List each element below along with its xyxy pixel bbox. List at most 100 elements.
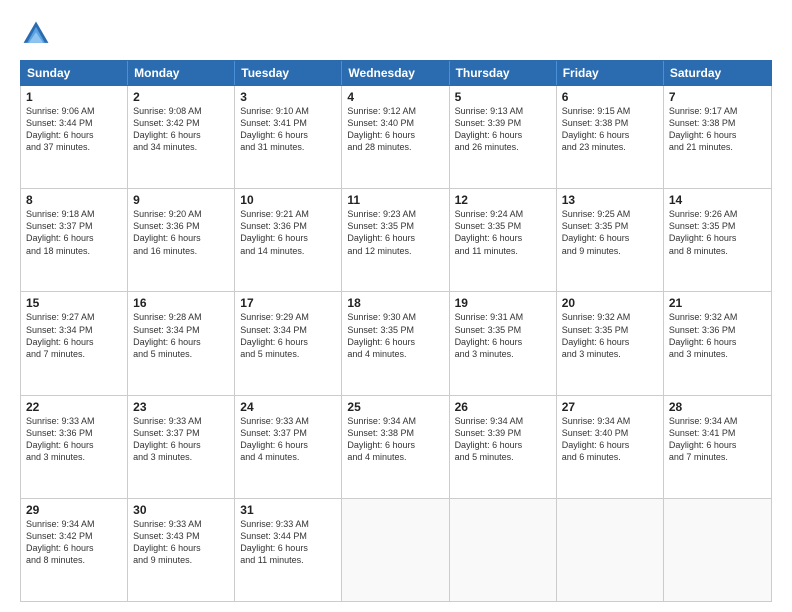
cell-line: Sunset: 3:38 PM bbox=[669, 117, 766, 129]
day-number: 9 bbox=[133, 193, 229, 207]
cell-line: Daylight: 6 hours bbox=[26, 439, 122, 451]
cell-line: Daylight: 6 hours bbox=[240, 336, 336, 348]
day-number: 18 bbox=[347, 296, 443, 310]
calendar-row-3: 15Sunrise: 9:27 AMSunset: 3:34 PMDayligh… bbox=[21, 291, 771, 394]
cell-line: Sunset: 3:36 PM bbox=[240, 220, 336, 232]
cell-line: Sunset: 3:34 PM bbox=[133, 324, 229, 336]
cell-line: and 34 minutes. bbox=[133, 141, 229, 153]
day-number: 17 bbox=[240, 296, 336, 310]
cell-line: Daylight: 6 hours bbox=[347, 232, 443, 244]
cell-line: Daylight: 6 hours bbox=[26, 232, 122, 244]
cell-line: Sunset: 3:34 PM bbox=[240, 324, 336, 336]
cell-line: Daylight: 6 hours bbox=[669, 232, 766, 244]
day-number: 6 bbox=[562, 90, 658, 104]
day-number: 25 bbox=[347, 400, 443, 414]
calendar-header: SundayMondayTuesdayWednesdayThursdayFrid… bbox=[20, 60, 772, 86]
day-number: 30 bbox=[133, 503, 229, 517]
calendar-cell-12: 12Sunrise: 9:24 AMSunset: 3:35 PMDayligh… bbox=[450, 189, 557, 291]
cell-line: Sunset: 3:37 PM bbox=[240, 427, 336, 439]
cell-line: Daylight: 6 hours bbox=[347, 129, 443, 141]
cell-line: Sunset: 3:39 PM bbox=[455, 427, 551, 439]
calendar-row-2: 8Sunrise: 9:18 AMSunset: 3:37 PMDaylight… bbox=[21, 188, 771, 291]
header-day-monday: Monday bbox=[128, 61, 235, 85]
cell-line: Sunrise: 9:33 AM bbox=[26, 415, 122, 427]
day-number: 4 bbox=[347, 90, 443, 104]
day-number: 28 bbox=[669, 400, 766, 414]
header-day-tuesday: Tuesday bbox=[235, 61, 342, 85]
cell-line: Sunset: 3:44 PM bbox=[240, 530, 336, 542]
cell-line: Daylight: 6 hours bbox=[133, 129, 229, 141]
calendar-cell-empty bbox=[557, 499, 664, 601]
cell-line: Daylight: 6 hours bbox=[562, 129, 658, 141]
day-number: 31 bbox=[240, 503, 336, 517]
day-number: 16 bbox=[133, 296, 229, 310]
day-number: 27 bbox=[562, 400, 658, 414]
cell-line: and 9 minutes. bbox=[562, 245, 658, 257]
calendar-cell-15: 15Sunrise: 9:27 AMSunset: 3:34 PMDayligh… bbox=[21, 292, 128, 394]
calendar-cell-18: 18Sunrise: 9:30 AMSunset: 3:35 PMDayligh… bbox=[342, 292, 449, 394]
day-number: 29 bbox=[26, 503, 122, 517]
cell-line: Sunset: 3:36 PM bbox=[26, 427, 122, 439]
calendar-cell-empty bbox=[664, 499, 771, 601]
cell-line: Sunrise: 9:06 AM bbox=[26, 105, 122, 117]
day-number: 26 bbox=[455, 400, 551, 414]
cell-line: Sunset: 3:44 PM bbox=[26, 117, 122, 129]
cell-line: Sunrise: 9:20 AM bbox=[133, 208, 229, 220]
cell-line: Daylight: 6 hours bbox=[562, 232, 658, 244]
cell-line: Sunrise: 9:27 AM bbox=[26, 311, 122, 323]
cell-line: Daylight: 6 hours bbox=[347, 336, 443, 348]
cell-line: and 3 minutes. bbox=[669, 348, 766, 360]
cell-line: Sunrise: 9:23 AM bbox=[347, 208, 443, 220]
cell-line: Sunrise: 9:13 AM bbox=[455, 105, 551, 117]
cell-line: Sunset: 3:35 PM bbox=[455, 324, 551, 336]
cell-line: Daylight: 6 hours bbox=[133, 542, 229, 554]
cell-line: Sunrise: 9:33 AM bbox=[133, 518, 229, 530]
cell-line: Sunset: 3:36 PM bbox=[133, 220, 229, 232]
day-number: 1 bbox=[26, 90, 122, 104]
calendar-cell-30: 30Sunrise: 9:33 AMSunset: 3:43 PMDayligh… bbox=[128, 499, 235, 601]
cell-line: Sunset: 3:41 PM bbox=[240, 117, 336, 129]
cell-line: Sunrise: 9:32 AM bbox=[669, 311, 766, 323]
calendar-cell-16: 16Sunrise: 9:28 AMSunset: 3:34 PMDayligh… bbox=[128, 292, 235, 394]
cell-line: Sunrise: 9:34 AM bbox=[669, 415, 766, 427]
day-number: 15 bbox=[26, 296, 122, 310]
cell-line: Sunset: 3:34 PM bbox=[26, 324, 122, 336]
cell-line: Sunset: 3:37 PM bbox=[26, 220, 122, 232]
calendar-cell-3: 3Sunrise: 9:10 AMSunset: 3:41 PMDaylight… bbox=[235, 86, 342, 188]
cell-line: and 26 minutes. bbox=[455, 141, 551, 153]
calendar-row-1: 1Sunrise: 9:06 AMSunset: 3:44 PM Daylight… bbox=[21, 86, 771, 188]
calendar-cell-5: 5Sunrise: 9:13 AMSunset: 3:39 PMDaylight… bbox=[450, 86, 557, 188]
cell-line: and 8 minutes. bbox=[669, 245, 766, 257]
calendar-cell-1: 1Sunrise: 9:06 AMSunset: 3:44 PMDaylight… bbox=[21, 86, 128, 188]
header-day-thursday: Thursday bbox=[450, 61, 557, 85]
calendar-cell-28: 28Sunrise: 9:34 AMSunset: 3:41 PMDayligh… bbox=[664, 396, 771, 498]
calendar-cell-empty bbox=[450, 499, 557, 601]
cell-line: Daylight: 6 hours bbox=[455, 129, 551, 141]
day-number: 10 bbox=[240, 193, 336, 207]
cell-line: Sunrise: 9:30 AM bbox=[347, 311, 443, 323]
cell-line: Sunset: 3:35 PM bbox=[669, 220, 766, 232]
cell-line: Sunrise: 9:32 AM bbox=[562, 311, 658, 323]
day-number: 11 bbox=[347, 193, 443, 207]
header-day-wednesday: Wednesday bbox=[342, 61, 449, 85]
cell-line: Sunset: 3:43 PM bbox=[133, 530, 229, 542]
cell-line: Daylight: 6 hours bbox=[133, 439, 229, 451]
day-number: 5 bbox=[455, 90, 551, 104]
cell-line: Sunrise: 9:15 AM bbox=[562, 105, 658, 117]
cell-line: Daylight: 6 hours bbox=[669, 129, 766, 141]
cell-line: Sunrise: 9:17 AM bbox=[669, 105, 766, 117]
cell-line: Sunrise: 9:34 AM bbox=[26, 518, 122, 530]
cell-line: and 37 minutes. bbox=[26, 141, 122, 153]
cell-line: and 4 minutes. bbox=[347, 348, 443, 360]
calendar-cell-9: 9Sunrise: 9:20 AMSunset: 3:36 PMDaylight… bbox=[128, 189, 235, 291]
cell-line: Sunset: 3:38 PM bbox=[562, 117, 658, 129]
cell-line: and 31 minutes. bbox=[240, 141, 336, 153]
cell-line: Sunrise: 9:34 AM bbox=[455, 415, 551, 427]
cell-line: and 8 minutes. bbox=[26, 554, 122, 566]
cell-line: and 3 minutes. bbox=[26, 451, 122, 463]
day-number: 21 bbox=[669, 296, 766, 310]
calendar-body: 1Sunrise: 9:06 AMSunset: 3:44 PMDaylight… bbox=[20, 86, 772, 602]
calendar-cell-22: 22Sunrise: 9:33 AMSunset: 3:36 PMDayligh… bbox=[21, 396, 128, 498]
cell-line: and 4 minutes. bbox=[240, 451, 336, 463]
calendar-cell-25: 25Sunrise: 9:34 AMSunset: 3:38 PMDayligh… bbox=[342, 396, 449, 498]
